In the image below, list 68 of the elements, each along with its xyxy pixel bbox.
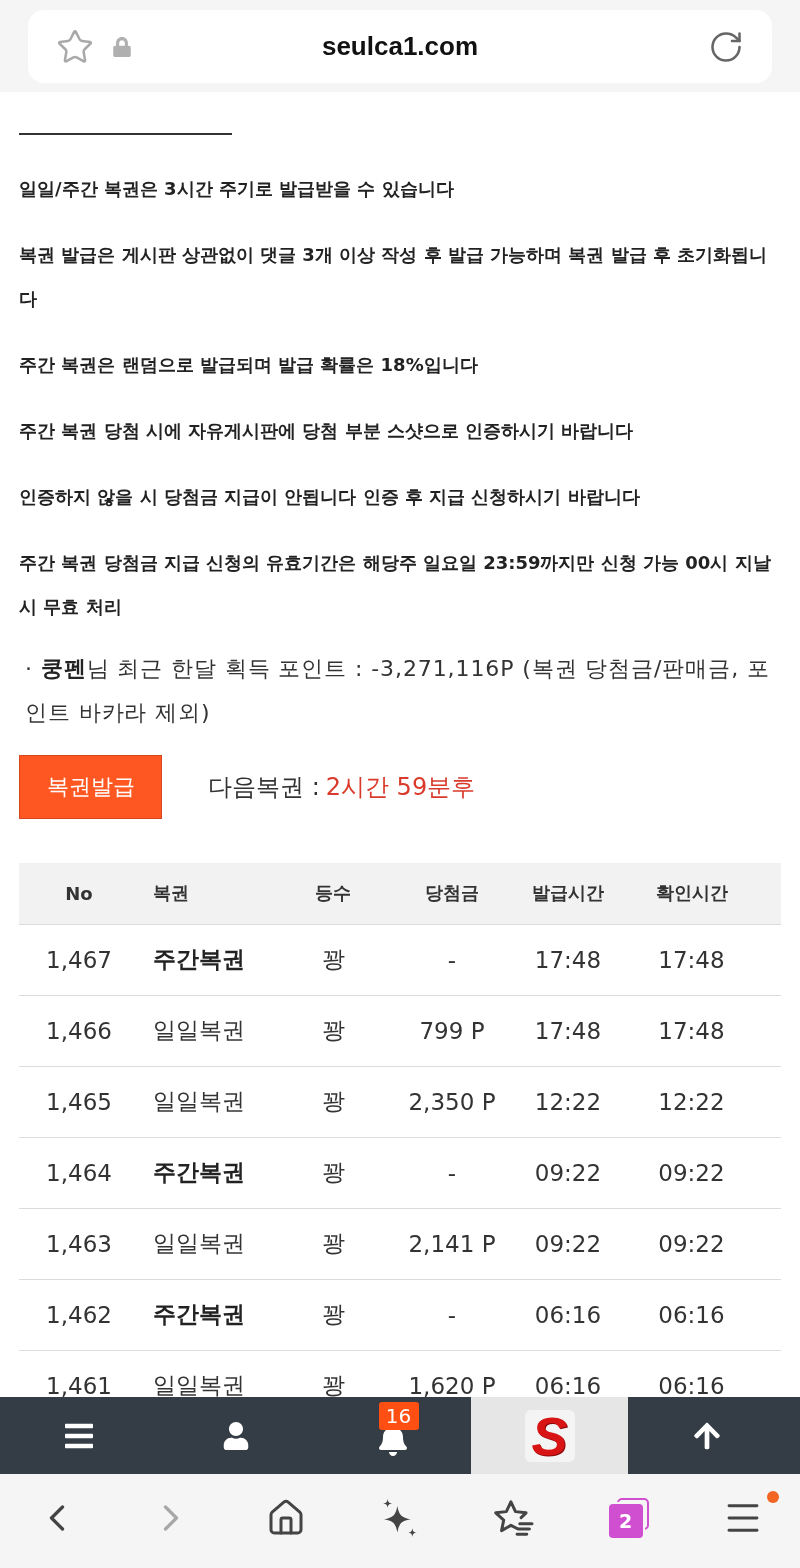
notice-text: 주간 복권 당첨금 지급 신청의 유효기간은 해당주 일요일 23:59까지만 신청 가능 00시 지날 시 무효 처리 [19, 550, 772, 619]
column-header: No [65, 882, 93, 904]
table-cell-text: 꽝 [321, 945, 345, 974]
issue-ticket-button[interactable]: 복권발급 [19, 754, 162, 819]
column-header: 복권 [153, 881, 189, 905]
table-cell-text: 꽝 [321, 1158, 345, 1187]
table-cell-text: 일일복권 [153, 1016, 245, 1045]
next-ticket-time: 2시간 59분후 [325, 771, 476, 803]
table-cell-text: 꽝 [321, 1300, 345, 1329]
sparkle-icon[interactable] [383, 1499, 417, 1537]
table-cell: 17:48 [534, 1017, 602, 1044]
logo-button[interactable]: S [471, 1397, 628, 1474]
table-cell: 12:22 [658, 1088, 725, 1115]
table-cell: - [447, 1159, 457, 1186]
table-cell: 1,462 [46, 1301, 112, 1328]
table-cell: - [447, 1301, 457, 1328]
table-cell: 1,461 [46, 1372, 112, 1397]
table-cell-text: 일일복권 [153, 1229, 245, 1258]
table-cell: 2,141 P [408, 1230, 496, 1257]
table-cell: 09:22 [658, 1159, 725, 1186]
lock-icon [112, 36, 132, 57]
table-cell: 1,466 [46, 1017, 112, 1044]
table-cell: 1,465 [46, 1088, 112, 1115]
table-cell: 06:16 [658, 1301, 725, 1328]
column-header: 발급시간 [532, 881, 604, 905]
user-icon[interactable] [221, 1421, 250, 1450]
table-cell: 06:16 [658, 1372, 725, 1397]
address-bar[interactable]: seulca1.com [28, 10, 772, 83]
table-cell: 17:48 [658, 1017, 725, 1044]
table-cell: 1,620 P [408, 1372, 496, 1397]
table-cell-text: 꽝 [321, 1229, 345, 1258]
table-cell: 06:16 [534, 1372, 602, 1397]
notice-text: 복권 발급은 게시판 상관없이 댓글 3개 이상 작성 후 발급 가능하며 복권 발급 후 초기화됩니다 [19, 242, 769, 311]
table-cell-text: 일일복권 [153, 1371, 245, 1397]
table-cell-text: 주간복권 [153, 1300, 245, 1329]
next-ticket-label: 다음복권 : [208, 771, 320, 803]
table-cell: 06:16 [534, 1301, 602, 1328]
table-cell-text: 주간복권 [153, 1158, 245, 1187]
points-summary: · 쿵펜님 최근 한달 획득 포인트 : -3,271,116P (복권 당첨금/판매금, 포인트 바카라 제외) [24, 654, 771, 727]
table-cell: 799 P [419, 1017, 485, 1044]
notice-text: 주간 복권 당첨 시에 자유게시판에 당첨 부분 스샷으로 인증하시기 바랍니다 [19, 418, 635, 443]
table-cell: 17:48 [534, 946, 602, 973]
notice-text: 일일/주간 복권은 3시간 주기로 발급받을 수 있습니다 [19, 176, 455, 201]
table-cell: 1,464 [46, 1159, 112, 1186]
table-cell-text: 꽝 [321, 1016, 345, 1045]
star-list-icon[interactable] [494, 1499, 535, 1537]
table-cell: 17:48 [658, 946, 725, 973]
table-cell: 09:22 [658, 1230, 725, 1257]
star-icon[interactable] [56, 27, 94, 66]
table-cell: 09:22 [534, 1159, 602, 1186]
table-cell-text: 꽝 [321, 1087, 345, 1116]
url-text: seulca1.com [321, 31, 479, 62]
table-cell: 09:22 [534, 1230, 602, 1257]
table-cell-text: 일일복권 [153, 1087, 245, 1116]
column-header: 확인시간 [655, 881, 728, 905]
notice-text: 인증하지 않을 시 당첨금 지급이 안됩니다 인증 후 지급 신청하시기 바랍니다 [19, 484, 641, 509]
table-cell: - [447, 946, 457, 973]
notice-text: 주간 복권은 랜덤으로 발급되며 발급 확률은 18%입니다 [19, 352, 479, 377]
table-cell-text: 주간복권 [153, 945, 245, 974]
column-header: 등수 [315, 881, 351, 905]
arrow-up-icon[interactable] [691, 1420, 722, 1451]
table-cell-text: 꽝 [321, 1371, 345, 1397]
table-cell: 1,467 [46, 946, 112, 973]
notification-badge: 16 [378, 1401, 419, 1430]
column-header: 당첨금 [425, 881, 479, 905]
table-cell: 2,350 P [408, 1088, 496, 1115]
table-cell: 12:22 [534, 1088, 602, 1115]
table-cell: 1,463 [46, 1230, 112, 1257]
